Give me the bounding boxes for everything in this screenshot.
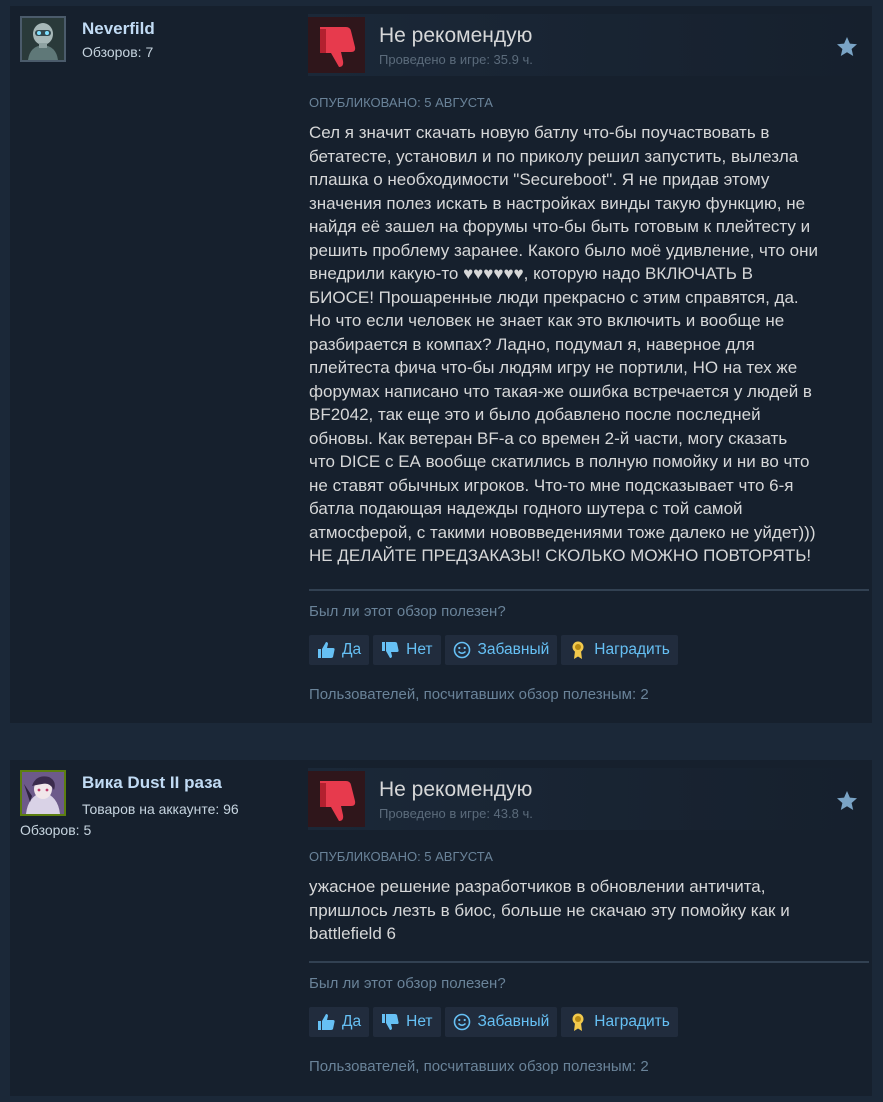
- review-text: ужасное решение разработчиков в обновлен…: [309, 877, 790, 943]
- award-star-icon[interactable]: [835, 789, 859, 813]
- vote-yes-label: Да: [342, 641, 362, 658]
- vote-buttons: Да Нет Забавный Наградить: [309, 635, 678, 665]
- anime-character-avatar-icon: [22, 772, 64, 814]
- award-star-icon[interactable]: [835, 35, 859, 59]
- review-header: Не рекомендую Проведено в игре: 43.8 ч.: [308, 768, 871, 830]
- author-review-count[interactable]: Обзоров: 7: [82, 44, 153, 60]
- thumbs-down-icon: [380, 1012, 400, 1032]
- review-header: Не рекомендую Проведено в игре: 35.9 ч.: [308, 14, 871, 76]
- review-verdict[interactable]: Не рекомендую: [379, 778, 532, 802]
- vote-buttons: Да Нет Забавный Наградить: [309, 1007, 678, 1037]
- playtime: Проведено в игре: 35.9 ч.: [379, 52, 533, 67]
- author-products-count[interactable]: Товаров на аккаунте: 96: [82, 801, 239, 817]
- helpful-question: Был ли этот обзор полезен?: [309, 975, 506, 992]
- divider: [309, 961, 869, 963]
- smiley-icon: [452, 1012, 472, 1032]
- award-button[interactable]: Наградить: [561, 635, 678, 665]
- vote-yes-button[interactable]: Да: [309, 1007, 370, 1037]
- thumbs-up-icon: [316, 1012, 336, 1032]
- vote-funny-label: Забавный: [477, 1013, 550, 1030]
- vote-funny-button[interactable]: Забавный: [444, 1007, 558, 1037]
- vote-yes-label: Да: [342, 1013, 362, 1030]
- vote-funny-button[interactable]: Забавный: [444, 635, 558, 665]
- author-avatar[interactable]: [20, 16, 66, 62]
- divider: [309, 589, 869, 591]
- thumbs-down-icon: [320, 781, 356, 821]
- posted-date: ОПУБЛИКОВАНО: 5 АВГУСТА: [309, 95, 493, 110]
- review-card: Neverfild Обзоров: 7 Не рекомендую Прове…: [10, 6, 872, 723]
- verdict-thumb[interactable]: [308, 771, 365, 827]
- review-card: Вика Dust II раза Товаров на аккаунте: 9…: [10, 760, 872, 1096]
- playtime: Проведено в игре: 43.8 ч.: [379, 806, 533, 821]
- review-text: Сел я значит скачать новую батлу что-бы …: [309, 123, 819, 565]
- helpful-question: Был ли этот обзор полезен?: [309, 603, 506, 620]
- author-name[interactable]: Neverfild: [82, 19, 155, 39]
- robot-avatar-icon: [22, 18, 64, 60]
- review-verdict[interactable]: Не рекомендую: [379, 24, 532, 48]
- vote-no-label: Нет: [406, 641, 433, 658]
- vote-funny-label: Забавный: [477, 641, 550, 658]
- award-button[interactable]: Наградить: [561, 1007, 678, 1037]
- vote-no-label: Нет: [406, 1013, 433, 1030]
- vote-yes-button[interactable]: Да: [309, 635, 370, 665]
- vote-no-button[interactable]: Нет: [373, 1007, 441, 1037]
- smiley-icon: [452, 640, 472, 660]
- vote-no-button[interactable]: Нет: [373, 635, 441, 665]
- thumbs-down-icon: [320, 27, 356, 67]
- award-medal-icon: [568, 1012, 588, 1032]
- author-name[interactable]: Вика Dust II раза: [82, 773, 222, 793]
- thumbs-up-icon: [316, 640, 336, 660]
- author-review-count[interactable]: Обзоров: 5: [20, 822, 91, 838]
- award-medal-icon: [568, 640, 588, 660]
- author-avatar[interactable]: [20, 770, 66, 816]
- posted-date: ОПУБЛИКОВАНО: 5 АВГУСТА: [309, 849, 493, 864]
- award-label: Наградить: [594, 1013, 670, 1030]
- helpful-count: Пользователей, посчитавших обзор полезны…: [309, 686, 649, 703]
- award-label: Наградить: [594, 641, 670, 658]
- thumbs-down-icon: [380, 640, 400, 660]
- helpful-count: Пользователей, посчитавших обзор полезны…: [309, 1058, 649, 1075]
- verdict-thumb[interactable]: [308, 17, 365, 73]
